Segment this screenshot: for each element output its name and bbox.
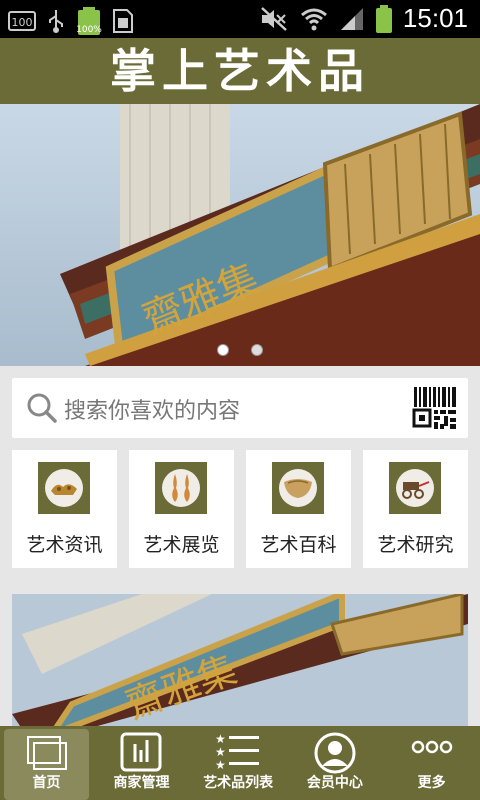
category-label: 艺术研究 <box>377 534 454 556</box>
feature-photo: 齋雅集 <box>12 594 468 734</box>
tab-merchant[interactable]: 商家管理 <box>93 726 190 800</box>
tab-artwork-list[interactable]: ★ ★ ★ 艺术品列表 <box>190 726 287 800</box>
svg-text:★: ★ <box>215 732 226 746</box>
tab-label: 商家管理 <box>113 775 170 791</box>
search-icon[interactable] <box>26 392 58 428</box>
category-item-news[interactable]: 艺术资讯 <box>12 450 117 568</box>
battery-percent-label: 100% <box>76 25 102 35</box>
svg-text:★: ★ <box>215 745 226 759</box>
more-icon <box>410 732 454 766</box>
tab-member-center[interactable]: 会员中心 <box>287 726 384 800</box>
bottom-tab-bar: 首页 商家管理 ★ ★ ★ 艺术品列表 会员中心 更多 <box>0 726 480 800</box>
search-input[interactable]: 搜索你喜欢的内容 <box>64 393 240 425</box>
carousel-dot-2[interactable] <box>250 344 263 356</box>
category-label: 艺术展览 <box>143 534 220 556</box>
encyclopedia-thumbnail <box>272 462 324 514</box>
wifi-icon <box>299 5 329 33</box>
category-label: 艺术资讯 <box>26 534 103 556</box>
usb-icon <box>46 8 66 34</box>
sd-card-label: 100 <box>12 16 33 29</box>
home-icon <box>26 735 68 775</box>
tab-label: 更多 <box>417 775 446 791</box>
tab-home[interactable]: 首页 <box>4 729 90 800</box>
news-thumbnail <box>38 462 90 514</box>
app-title: 掌上艺术品 <box>110 44 370 98</box>
category-label: 艺术百科 <box>260 534 337 556</box>
qr-code-icon[interactable] <box>412 385 458 435</box>
signal-icon <box>339 6 365 32</box>
category-item-research[interactable]: 艺术研究 <box>363 450 468 568</box>
banner-image: 齋雅集 <box>0 104 480 366</box>
banner-carousel[interactable]: 齋雅集 <box>0 104 480 366</box>
feature-image[interactable]: 齋雅集 <box>12 594 468 734</box>
battery-full-icon: 100% <box>76 6 102 36</box>
battery-icon <box>375 4 393 34</box>
sim-icon <box>112 8 134 34</box>
status-bar-right: 15:01 <box>259 3 468 34</box>
tab-label: 艺术品列表 <box>203 775 274 791</box>
category-grid: 艺术资讯 艺术展览 艺术百科 艺术研究 <box>12 450 468 568</box>
tab-label: 会员中心 <box>306 775 363 791</box>
status-bar: 100 100% 15:01 <box>0 0 480 38</box>
title-bar: 掌上艺术品 <box>0 38 480 104</box>
tab-label: 首页 <box>32 775 61 791</box>
merchant-icon <box>119 732 163 776</box>
sd-card-icon: 100 <box>8 10 36 32</box>
carousel-indicator <box>0 341 480 360</box>
category-item-encyclopedia[interactable]: 艺术百科 <box>246 450 351 568</box>
clock: 15:01 <box>402 3 468 33</box>
list-icon: ★ ★ ★ <box>215 732 261 774</box>
status-bar-left: 100 100% <box>8 6 134 36</box>
svg-text:★: ★ <box>215 758 226 770</box>
search-bar[interactable]: 搜索你喜欢的内容 <box>12 378 468 438</box>
exhibition-thumbnail <box>155 462 207 514</box>
tab-more[interactable]: 更多 <box>383 726 480 800</box>
mute-icon <box>259 5 289 33</box>
carousel-dot-1[interactable] <box>217 344 230 356</box>
research-thumbnail <box>389 462 441 514</box>
category-item-exhibition[interactable]: 艺术展览 <box>129 450 234 568</box>
